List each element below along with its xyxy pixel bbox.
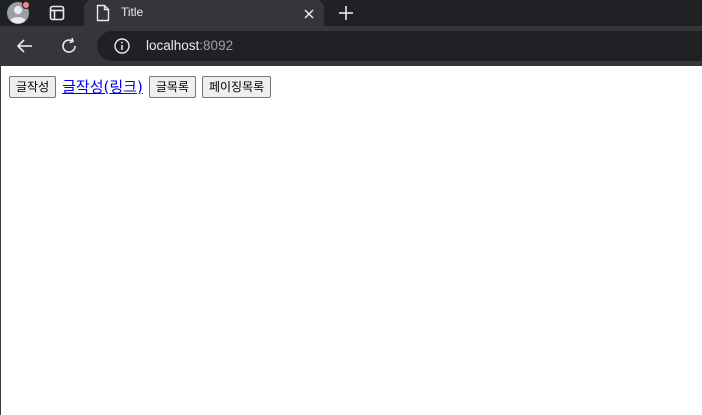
write-post-button[interactable]: 글작성 (9, 76, 57, 98)
paging-list-button[interactable]: 페이징목록 (201, 76, 272, 98)
page-content: 글작성 글작성(링크) 글목록 페이징목록 (0, 66, 702, 415)
browser-window: Title localhost:8092 글작성 글작성(링크) 글목록 페이징… (0, 0, 702, 415)
page-actions: 글작성 글작성(링크) 글목록 페이징목록 (9, 76, 277, 98)
tab-strip: Title (0, 0, 702, 26)
tab-grid-icon[interactable] (48, 4, 66, 22)
url-host: localhost (146, 38, 200, 53)
write-post-link[interactable]: 글작성(링크) (62, 76, 143, 97)
browser-tab[interactable]: Title (84, 0, 324, 26)
reload-icon[interactable] (59, 36, 79, 56)
close-icon[interactable] (302, 6, 316, 20)
address-bar[interactable]: localhost:8092 (97, 31, 702, 61)
post-list-button[interactable]: 글목록 (148, 76, 196, 98)
url-text: localhost:8092 (146, 38, 233, 53)
arrow-left-icon[interactable] (15, 36, 35, 56)
page-icon (96, 4, 110, 22)
info-icon[interactable] (114, 38, 130, 54)
browser-toolbar: localhost:8092 (0, 26, 702, 66)
tab-title: Title (121, 5, 144, 19)
url-port: :8092 (199, 38, 234, 53)
profile-avatar-icon[interactable] (6, 1, 30, 25)
plus-icon[interactable] (336, 3, 356, 23)
